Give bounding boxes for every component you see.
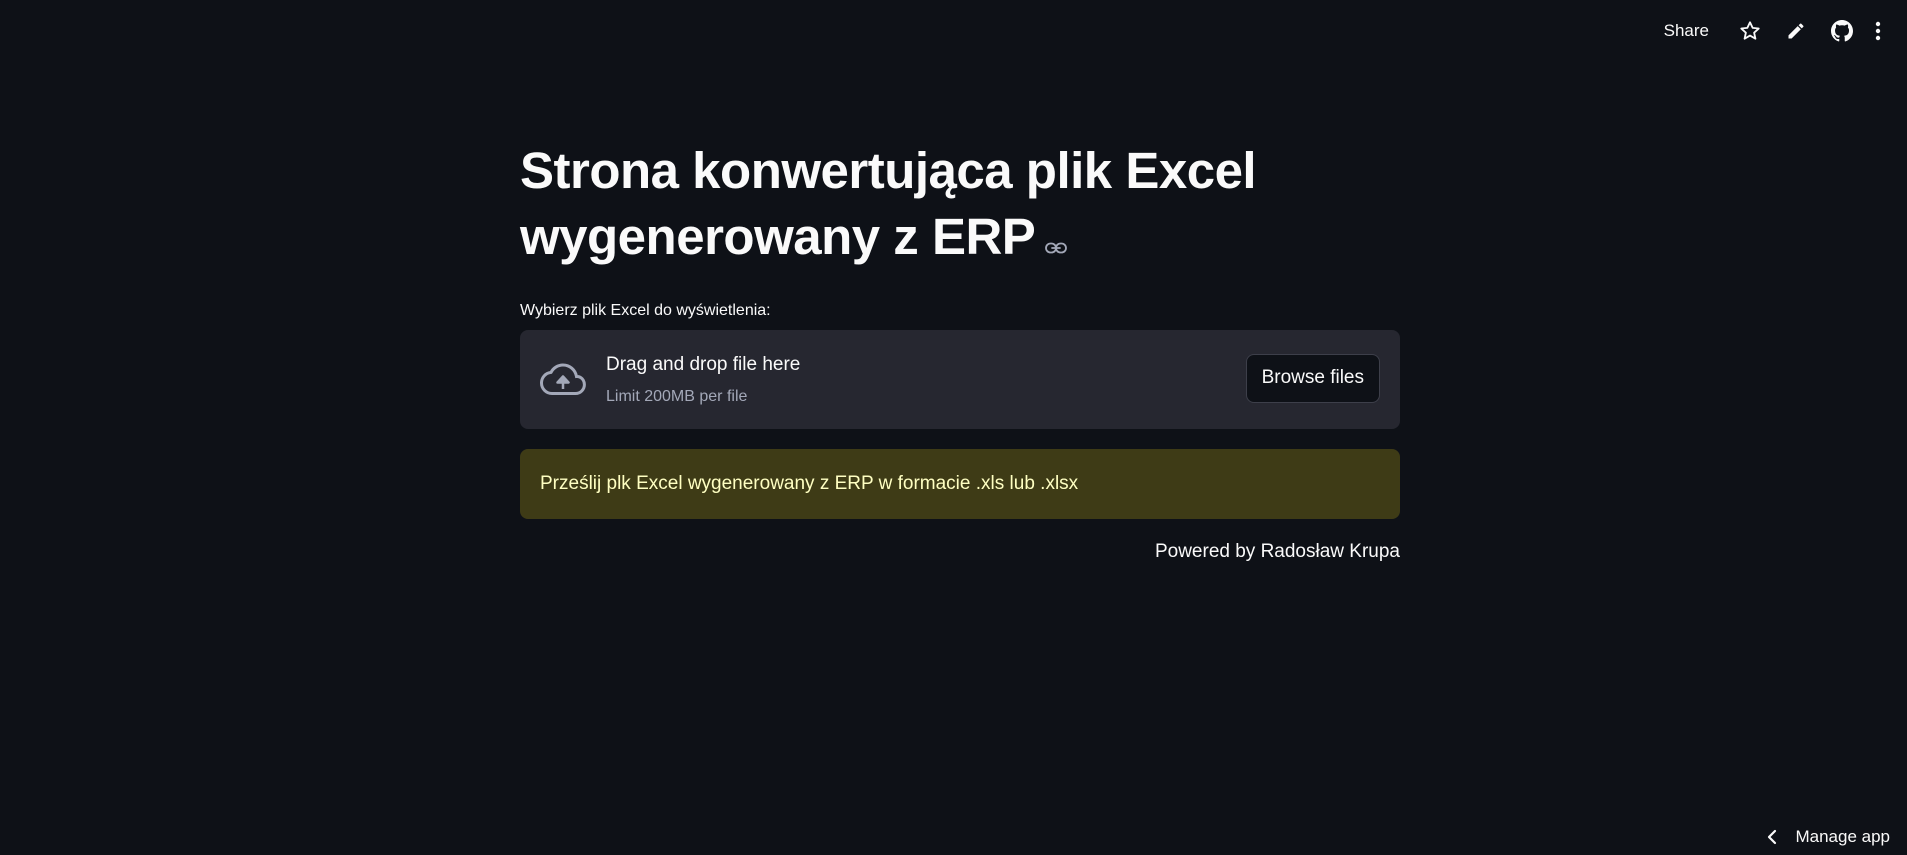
share-button[interactable]: Share: [1652, 21, 1721, 41]
manage-app-button[interactable]: Manage app: [1767, 827, 1890, 847]
manage-app-label: Manage app: [1795, 827, 1890, 846]
github-icon[interactable]: [1825, 14, 1859, 48]
star-icon[interactable]: [1733, 14, 1767, 48]
file-dropzone[interactable]: Drag and drop file here Limit 200MB per …: [520, 329, 1400, 429]
pencil-icon[interactable]: [1779, 14, 1813, 48]
warning-alert-text: Prześlij plk Excel wygenerowany z ERP w …: [540, 472, 1079, 494]
page-title-text: Strona konwertująca plik Excel wygenerow…: [520, 142, 1257, 265]
app-toolbar: Share: [1652, 14, 1889, 48]
dropzone-instructions: Drag and drop file here: [606, 353, 801, 375]
warning-alert: Prześlij plk Excel wygenerowany z ERP w …: [520, 448, 1400, 519]
chevron-left-icon: [1767, 829, 1777, 845]
browse-files-button[interactable]: Browse files: [1245, 353, 1380, 403]
file-uploader-label: Wybierz plik Excel do wyświetlenia:: [520, 301, 771, 319]
powered-by-text: Powered by Radosław Krupa: [1154, 540, 1400, 562]
more-vertical-icon[interactable]: [1867, 14, 1889, 48]
link-icon[interactable]: [1045, 204, 1068, 270]
main-content: Strona konwertująca plik Excel wygenerow…: [520, 138, 1400, 563]
dropzone-limit: Limit 200MB per file: [606, 387, 748, 405]
cloud-upload-icon: [539, 360, 586, 400]
page-title: Strona konwertująca plik Excel wygenerow…: [520, 138, 1400, 274]
